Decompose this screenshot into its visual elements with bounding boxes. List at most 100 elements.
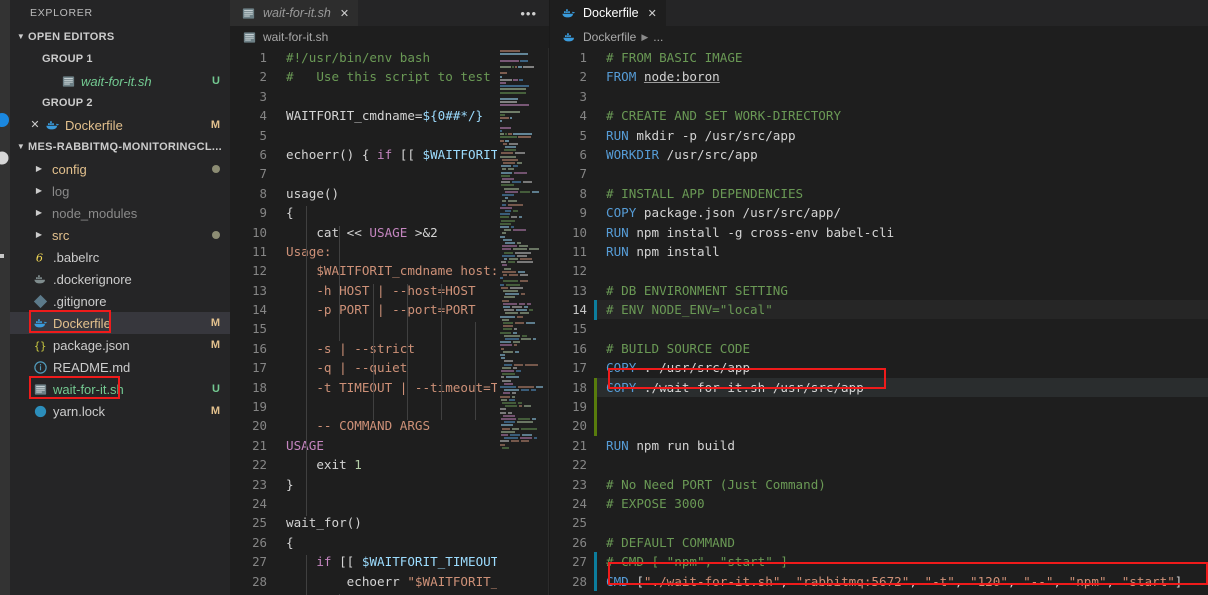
minimap-line — [506, 283, 520, 286]
line-number: 25 — [572, 515, 587, 531]
tree-item-dockerfile[interactable]: Dockerfile M — [10, 310, 230, 334]
minimap-line — [500, 235, 505, 238]
minimap-line — [500, 354, 505, 356]
code-line[interactable]: COPY ./wait-for-it.sh /usr/src/app — [596, 377, 1208, 398]
tree-item-gitignore[interactable]: .gitignore — [10, 290, 230, 312]
line-number: 10 — [252, 224, 267, 240]
chevron-right-icon: ▶ — [35, 208, 43, 217]
close-icon[interactable]: ✕ — [340, 7, 349, 20]
tree-item-babelrc[interactable]: 6 .babelrc — [10, 246, 230, 268]
line-number: 27 — [572, 554, 587, 570]
tree-item-label: .gitignore — [53, 293, 107, 309]
minimap-line — [504, 258, 507, 260]
code-line[interactable]: RUN npm install — [596, 242, 1208, 261]
code-line[interactable] — [596, 261, 1208, 280]
code-line[interactable]: RUN npm run build — [596, 436, 1208, 455]
minimap-line — [521, 427, 537, 430]
debug-icon[interactable] — [0, 150, 10, 166]
minimap-line — [502, 318, 509, 321]
open-editor-dockerfile[interactable]: ✕ Dockerfile M — [10, 114, 230, 136]
code-line[interactable]: WORKDIR /usr/src/app — [596, 145, 1208, 164]
code-line[interactable] — [596, 164, 1208, 183]
code-area-left[interactable]: 1 2 3 4 5 6 7 8 9 10 11 12 13 14 15 16 17 18 19 20 21 22 23 24 2… — [230, 48, 549, 595]
tree-item-dockerignore[interactable]: .dockerignore — [10, 268, 230, 290]
breadcrumb-more[interactable]: ... — [653, 30, 663, 44]
tree-item-package-json[interactable]: {} package.json M — [10, 334, 230, 356]
minimap-line — [519, 302, 525, 305]
minimap-line — [501, 181, 510, 184]
code-line[interactable]: # CREATE AND SET WORK-DIRECTORY — [596, 106, 1208, 125]
code-area-right[interactable]: 1 2 3 4 5 6 7 8 9 10 11 12 13 14 15 16 17 18 19 20 21 22 23 24 2… — [550, 48, 1208, 595]
code-line[interactable]: # BUILD SOURCE CODE — [596, 339, 1208, 358]
status-badge: U — [212, 75, 220, 87]
code-line[interactable]: COPY . /usr/src/app — [596, 358, 1208, 377]
code-line[interactable] — [596, 87, 1208, 106]
code-line[interactable]: RUN npm install -g cross-env babel-cli — [596, 223, 1208, 242]
breadcrumb-segment[interactable]: Dockerfile — [583, 30, 636, 44]
tree-item-yarn-lock[interactable]: yarn.lock M — [10, 400, 230, 422]
minimap-line — [520, 437, 532, 440]
code-line[interactable]: FROM node:boron — [596, 67, 1208, 86]
close-icon[interactable]: ✕ — [27, 114, 43, 136]
line-number: 26 — [572, 534, 587, 550]
code-line[interactable]: COPY package.json /usr/src/app/ — [596, 203, 1208, 222]
minimap-line — [536, 386, 543, 388]
code-line[interactable]: # ENV NODE_ENV="local" — [596, 300, 1208, 320]
code-line[interactable] — [596, 513, 1208, 532]
code-line[interactable] — [596, 397, 1208, 416]
minimap-line — [505, 139, 509, 142]
code-line[interactable] — [596, 591, 1208, 595]
breadcrumb-right[interactable]: Dockerfile ▶ ... — [550, 26, 1208, 48]
status-badge: M — [210, 119, 220, 131]
minimap-line — [520, 312, 529, 315]
editor-scrollbar-right[interactable] — [1198, 48, 1208, 595]
tree-item-wait-for-it[interactable]: wait-for-it.sh U — [10, 376, 230, 400]
code-line[interactable]: RUN mkdir -p /usr/src/app — [596, 126, 1208, 145]
minimap-line — [504, 309, 514, 312]
tree-item-src[interactable]: ▶ src — [10, 224, 230, 246]
code-line[interactable] — [596, 319, 1208, 338]
section-project-root[interactable]: ▼ MES-RABBITMQ-MONITORINGCL... — [10, 136, 230, 158]
section-open-editors[interactable]: ▼ OPEN EDITORS — [10, 26, 230, 48]
tab-dockerfile[interactable]: Dockerfile ✕ — [550, 0, 667, 26]
code-line[interactable]: # No Need PORT (Just Command) — [596, 475, 1208, 494]
source-control-icon[interactable] — [0, 112, 10, 128]
more-actions-icon[interactable]: ••• — [520, 7, 537, 20]
tree-item-config[interactable]: ▶ config — [10, 158, 230, 180]
code-line[interactable]: CMD ["./wait-for-it.sh", "rabbitmq:5672"… — [596, 572, 1208, 591]
vscode-window: EXPLORER ▼ OPEN EDITORS GROUP 1 ✕ wait-f… — [0, 0, 1208, 595]
tree-item-log[interactable]: ▶ log — [10, 180, 230, 202]
code-line[interactable] — [596, 455, 1208, 474]
code-line[interactable]: # FROM BASIC IMAGE — [596, 48, 1208, 67]
minimap-line — [509, 142, 518, 145]
code-line[interactable]: # INSTALL APP DEPENDENCIES — [596, 184, 1208, 203]
code-line[interactable]: # DEFAULT COMMAND — [596, 533, 1208, 552]
minimap-left[interactable] — [497, 48, 549, 595]
minimap-line — [504, 360, 513, 363]
code-token: FROM — [606, 69, 637, 85]
tab-wait-for-it[interactable]: wait-for-it.sh ✕ — [230, 0, 360, 26]
tree-item-node-modules[interactable]: ▶ node_modules — [10, 202, 230, 224]
code-line[interactable] — [596, 416, 1208, 435]
code-line[interactable]: # DB ENVIRONMENT SETTING — [596, 281, 1208, 300]
tree-item-readme[interactable]: README.md — [10, 356, 230, 378]
minimap-line — [521, 338, 531, 340]
code-line[interactable]: # CMD [ "npm", "start" ] — [596, 552, 1208, 571]
extensions-icon[interactable] — [0, 248, 10, 264]
minimap-line — [519, 216, 522, 219]
code-token: node:boron — [643, 69, 720, 85]
minimap-line — [524, 405, 531, 408]
minimap-line — [534, 437, 537, 440]
breadcrumb-left[interactable]: wait-for-it.sh — [230, 26, 549, 48]
code-text-right[interactable]: # FROM BASIC IMAGE FROM node:boron # CREA… — [596, 48, 1208, 595]
open-editor-wait-for-it[interactable]: ✕ wait-for-it.sh U — [10, 70, 230, 92]
minimap-line — [506, 376, 519, 379]
code-line[interactable]: # EXPOSE 3000 — [596, 494, 1208, 513]
breadcrumb-segment[interactable]: wait-for-it.sh — [263, 30, 328, 44]
minimap-line — [500, 91, 526, 94]
close-icon[interactable]: ✕ — [648, 7, 657, 20]
open-editors-group-1-label: GROUP 1 — [42, 53, 93, 65]
tree-item-label: src — [52, 227, 70, 243]
code-token: CMD — [606, 573, 629, 589]
tree-item-label: config — [52, 161, 87, 177]
